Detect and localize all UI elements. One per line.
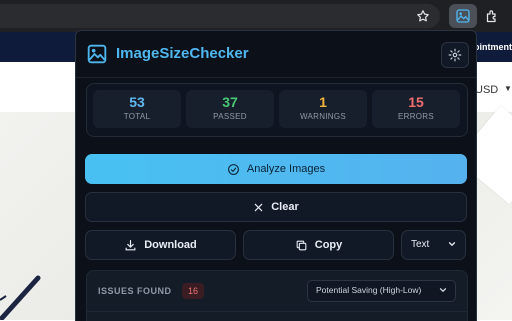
download-button[interactable]: Download [85,230,236,260]
browser-toolbar [0,0,512,32]
stat-label: ERRORS [397,112,435,121]
currency-selector[interactable]: USD [475,84,498,96]
stat-value: 1 [319,94,327,110]
issues-title: ISSUES FOUND [98,286,172,296]
export-format-select[interactable]: Text [401,230,466,260]
stat-total: 53 TOTAL [93,90,181,128]
extension-popup: ImageSizeChecker 53 TOTAL 37 PASSED 1 WA… [75,30,477,321]
analyze-images-label: Analyze Images [246,163,326,175]
gear-icon [448,48,462,62]
stat-label: TOTAL [123,112,151,121]
star-icon[interactable] [413,6,433,26]
sort-value: Potential Saving (High-Low) [316,285,422,295]
chevron-down-icon [439,288,447,292]
export-format-value: Text [411,239,430,250]
close-icon [254,203,263,211]
stat-label: PASSED [213,112,247,121]
stat-passed: 37 PASSED [186,90,274,128]
issues-panel: ISSUES FOUND 16 Potential Saving (High-L… [86,270,468,321]
stat-value: 37 [222,94,238,110]
website-nav-link[interactable]: ointment [474,42,512,52]
popup-header: ImageSizeChecker [76,31,476,77]
download-label: Download [144,239,197,251]
stat-label: WARNINGS [299,112,347,121]
image-logo-icon [87,44,107,64]
download-icon [125,239,136,250]
app-title: ImageSizeChecker [116,45,249,62]
stat-warnings: 1 WARNINGS [279,90,367,128]
stat-errors: 15 ERRORS [372,90,460,128]
clear-button[interactable]: Clear [85,192,467,222]
stats-panel: 53 TOTAL 37 PASSED 1 WARNINGS 15 ERRORS [86,83,468,137]
stylus-image [0,275,41,320]
image-extension-button[interactable] [449,4,477,28]
settings-button[interactable] [441,42,469,68]
header-divider [76,77,476,78]
sort-select[interactable]: Potential Saving (High-Low) [307,280,456,302]
copy-icon [296,240,307,250]
stat-value: 53 [129,94,145,110]
analyze-images-button[interactable]: Analyze Images [85,154,467,184]
image-extension-icon [456,9,470,23]
chevron-down-icon [448,242,456,246]
issues-count-badge: 16 [182,283,204,299]
copy-button[interactable]: Copy [243,230,394,260]
stat-value: 15 [408,94,424,110]
address-bar[interactable] [0,4,440,28]
check-circle-icon [227,163,239,175]
clear-label: Clear [271,201,299,213]
copy-label: Copy [314,239,343,251]
chevron-down-icon: ▼ [504,84,512,93]
extensions-puzzle-icon[interactable] [482,6,502,26]
issues-divider [87,311,467,312]
